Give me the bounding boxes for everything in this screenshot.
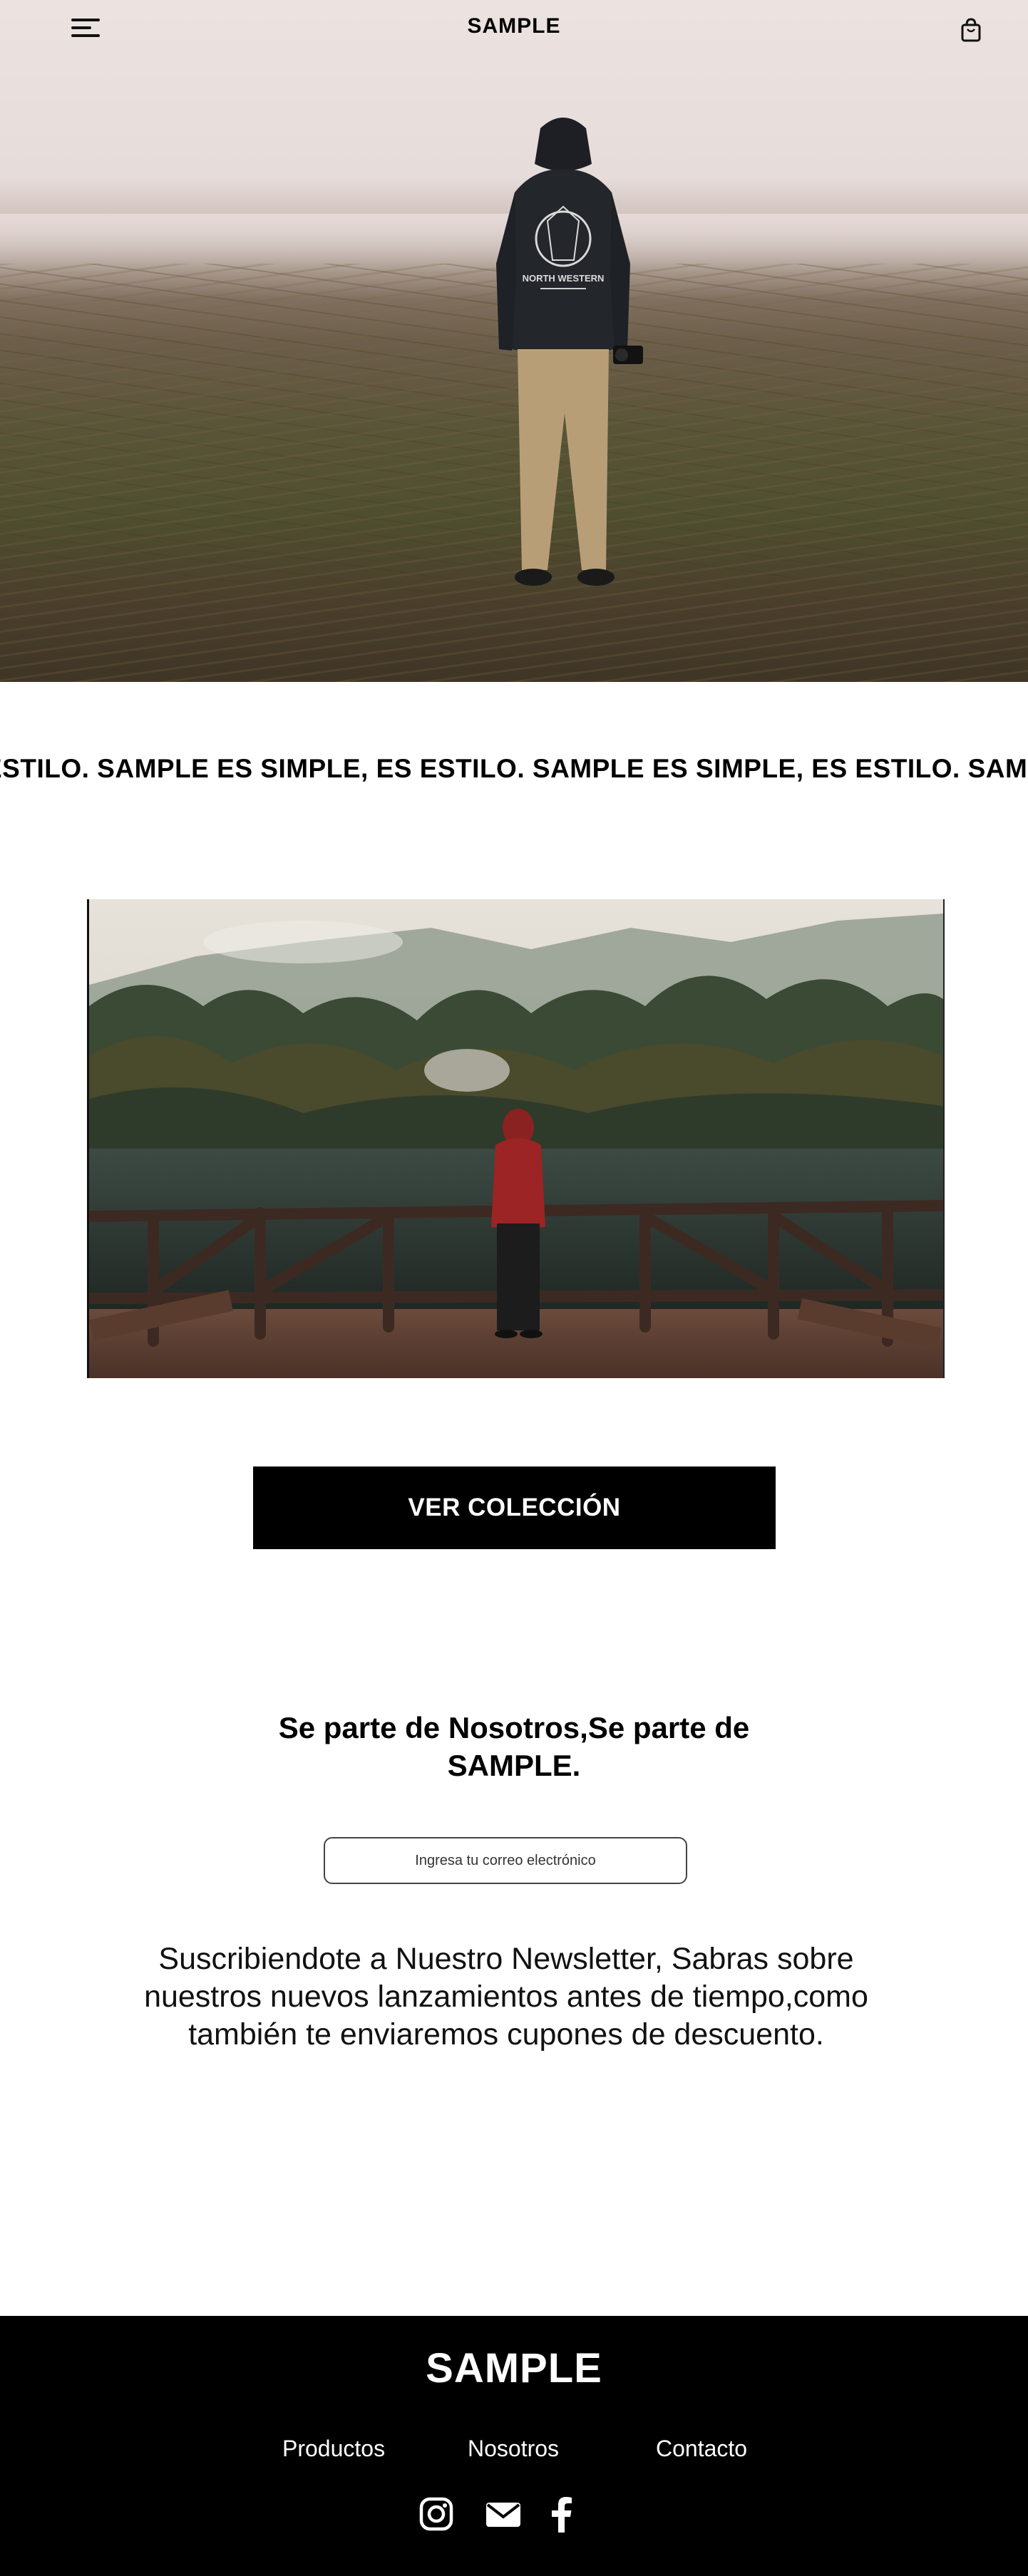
hero-person-image: NORTH WESTERN (496, 118, 643, 586)
hoodie-print-text: NORTH WESTERN (523, 273, 605, 284)
marquee-text: ESTILO. SAMPLE ES SIMPLE, ES ESTILO. SAM… (0, 754, 1028, 783)
hamburger-menu-icon[interactable] (71, 19, 103, 41)
facebook-icon[interactable] (543, 2495, 580, 2533)
footer-link-contact[interactable]: Contacto (656, 2436, 747, 2462)
footer-link-about[interactable]: Nosotros (468, 2436, 559, 2462)
email-icon[interactable] (485, 2495, 522, 2533)
footer-link-products[interactable]: Productos (282, 2436, 385, 2462)
slogan-marquee: ESTILO. SAMPLE ES SIMPLE, ES ESTILO. SAM… (0, 752, 1028, 792)
newsletter-description: Suscribiendote a Nuestro Newsletter, Sab… (144, 1942, 868, 2052)
footer-brand-logo: SAMPLE (426, 2345, 602, 2391)
hero-banner: NORTH WESTERN SAMPLE (0, 0, 1028, 682)
top-navigation-bar: SAMPLE (0, 0, 1028, 57)
shopping-bag-icon[interactable] (960, 17, 982, 43)
newsletter-title: Se parte de Nosotros,Se parte de SAMPLE. (278, 1711, 750, 1782)
lake-scene-image (89, 899, 943, 1378)
footer-nav: Productos Nosotros Contacto (0, 2436, 1028, 2464)
instagram-icon[interactable] (418, 2495, 455, 2533)
view-collection-button[interactable]: VER COLECCIÓN (253, 1467, 776, 1549)
site-footer: SAMPLE Productos Nosotros Contacto (0, 2316, 1028, 2576)
header-brand-logo: SAMPLE (467, 14, 561, 38)
newsletter-email-input[interactable] (324, 1837, 687, 1884)
collection-feature-image (87, 899, 945, 1378)
